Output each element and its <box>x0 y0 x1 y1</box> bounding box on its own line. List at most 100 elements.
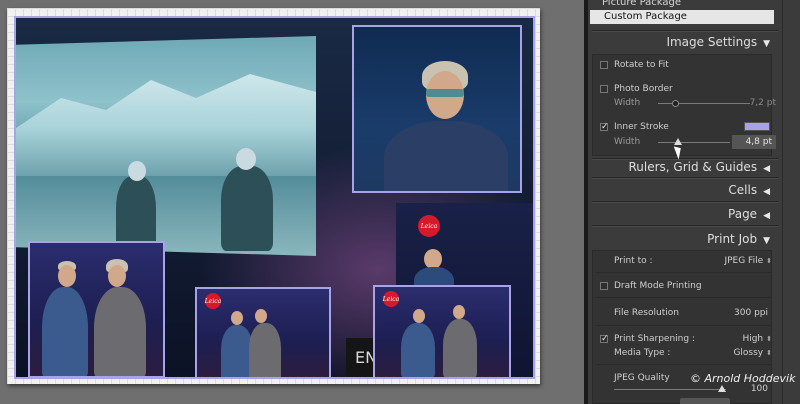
photo-border-width-value: 7,2 pt <box>749 98 776 108</box>
inner-stroke-width-label: Width <box>614 137 641 147</box>
rotate-to-fit-row[interactable]: Rotate to Fit <box>596 58 776 72</box>
person-head <box>108 265 126 287</box>
section-title: Rulers, Grid & Guides <box>628 160 758 174</box>
section-separator <box>592 177 778 179</box>
section-header-image-settings[interactable]: Image Settings ▼ <box>588 32 778 52</box>
divider-line <box>596 272 772 273</box>
right-panel: Picture Package Custom Package Image Set… <box>588 0 800 404</box>
person-body <box>42 287 88 376</box>
section-title: Cells <box>728 183 758 197</box>
person-body <box>249 323 281 377</box>
media-type-row: Media Type : Glossy ⬍ <box>596 346 776 360</box>
section-separator <box>592 201 778 203</box>
person-body <box>443 319 477 377</box>
person-head <box>231 311 243 325</box>
file-resolution-value[interactable]: 300 ppi <box>734 306 768 320</box>
updown-icon: ⬍ <box>766 349 772 357</box>
climber-head <box>236 148 256 170</box>
template-item-custom-package[interactable]: Custom Package <box>590 10 774 24</box>
jpeg-quality-slider[interactable] <box>614 385 726 392</box>
leica-logo: Leica <box>418 215 440 237</box>
person-head <box>453 305 465 319</box>
person-body <box>94 287 146 376</box>
template-browser: Picture Package Custom Package <box>588 0 782 24</box>
divider-line <box>596 297 772 298</box>
triangle-down-icon: ▼ <box>763 236 770 246</box>
print-sharpening-select[interactable]: High ⬍ <box>742 332 772 346</box>
slider-thumb[interactable] <box>672 100 679 107</box>
photo-border-row[interactable]: Photo Border <box>596 82 776 96</box>
photo-border-width-slider[interactable] <box>658 100 750 107</box>
inner-stroke-width-slider[interactable] <box>658 138 730 145</box>
photo-cell-small-3[interactable]: Leica <box>373 285 511 379</box>
leica-logo: Leica <box>205 293 221 309</box>
rotate-to-fit-label: Rotate to Fit <box>614 60 669 70</box>
triangle-left-icon: ◀ <box>763 187 770 197</box>
print-to-value: JPEG File <box>724 256 764 266</box>
photo-border-checkbox[interactable] <box>600 85 608 93</box>
draft-mode-row[interactable]: Draft Mode Printing <box>596 279 776 293</box>
print-sharpening-checkbox[interactable] <box>600 332 609 346</box>
section-separator <box>592 225 778 227</box>
file-resolution-label: File Resolution <box>614 308 679 318</box>
print-sharpening-row[interactable]: Print Sharpening : High⬍ <box>596 332 776 346</box>
section-header-print-job[interactable]: Print Job ▼ <box>588 229 778 249</box>
media-type-select[interactable]: Glossy ⬍ <box>733 346 772 360</box>
photo-cell-presenter[interactable] <box>352 25 522 193</box>
print-page[interactable]: Leica EN Leica Leica <box>7 8 540 384</box>
section-title: Image Settings <box>666 35 758 49</box>
panel-scrollbar[interactable] <box>782 0 800 404</box>
photo-cell-small-2[interactable]: Leica <box>195 287 331 379</box>
draft-mode-checkbox[interactable] <box>600 282 608 290</box>
divider-line <box>596 364 772 365</box>
inner-stroke-width-row: Width 4,8 pt <box>596 135 776 149</box>
print-canvas: Leica EN Leica Leica <box>0 0 584 404</box>
media-type-label: Media Type : <box>614 348 671 358</box>
climber-head <box>128 161 146 181</box>
print-sharpening-value: High <box>742 334 764 344</box>
triangle-left-icon: ◀ <box>763 211 770 221</box>
person-head <box>413 309 425 323</box>
section-title: Page <box>728 207 758 221</box>
section-title: Print Job <box>707 232 758 246</box>
sunglasses <box>426 89 464 97</box>
inner-stroke-label: Inner Stroke <box>614 122 669 132</box>
section-header-page[interactable]: Page ◀ <box>588 204 778 224</box>
photo-border-width-label: Width <box>614 98 641 108</box>
print-sharpening-label: Print Sharpening : <box>614 334 695 344</box>
divider-line <box>596 325 772 326</box>
person-head <box>255 309 267 323</box>
print-to-select[interactable]: JPEG File ⬍ <box>724 254 772 268</box>
bottom-panel-tab[interactable] <box>680 398 730 404</box>
person-body <box>401 323 435 377</box>
rotate-to-fit-checkbox[interactable] <box>600 61 608 69</box>
updown-icon: ⬍ <box>766 335 772 343</box>
leica-logo: Leica <box>383 291 399 307</box>
photo-border-label: Photo Border <box>614 84 673 94</box>
photo-border-width-row: Width 7,2 pt <box>596 96 776 110</box>
triangle-down-icon: ▼ <box>763 39 770 49</box>
inner-stroke-width-value[interactable]: 4,8 pt <box>732 135 776 149</box>
file-resolution-row: File Resolution 300 ppi <box>596 306 776 320</box>
updown-icon: ⬍ <box>766 257 772 265</box>
template-item-picture-package[interactable]: Picture Package <box>588 0 782 10</box>
mountain-landscape <box>16 74 316 176</box>
inner-stroke-color-swatch[interactable] <box>744 122 770 131</box>
inner-stroke-row[interactable]: Inner Stroke <box>596 120 776 134</box>
slider-thumb[interactable] <box>718 385 726 392</box>
print-to-label: Print to : <box>614 256 653 266</box>
copyright-watermark: © Arnold Hoddevik <box>690 372 796 385</box>
media-type-value: Glossy <box>733 348 764 358</box>
draft-mode-label: Draft Mode Printing <box>614 281 702 291</box>
projected-screen-image <box>16 36 316 256</box>
section-header-cells[interactable]: Cells ◀ <box>588 180 778 200</box>
inner-stroke-checkbox[interactable] <box>600 120 609 134</box>
section-header-rulers[interactable]: Rulers, Grid & Guides ◀ <box>588 157 778 177</box>
triangle-left-icon: ◀ <box>763 164 770 174</box>
person-head <box>58 265 76 287</box>
presenter-body <box>384 121 508 191</box>
print-to-row: Print to : JPEG File ⬍ <box>596 254 776 268</box>
photo-cell-small-1[interactable] <box>28 241 165 378</box>
speaker-head <box>424 249 442 269</box>
climber-figure <box>221 166 273 251</box>
